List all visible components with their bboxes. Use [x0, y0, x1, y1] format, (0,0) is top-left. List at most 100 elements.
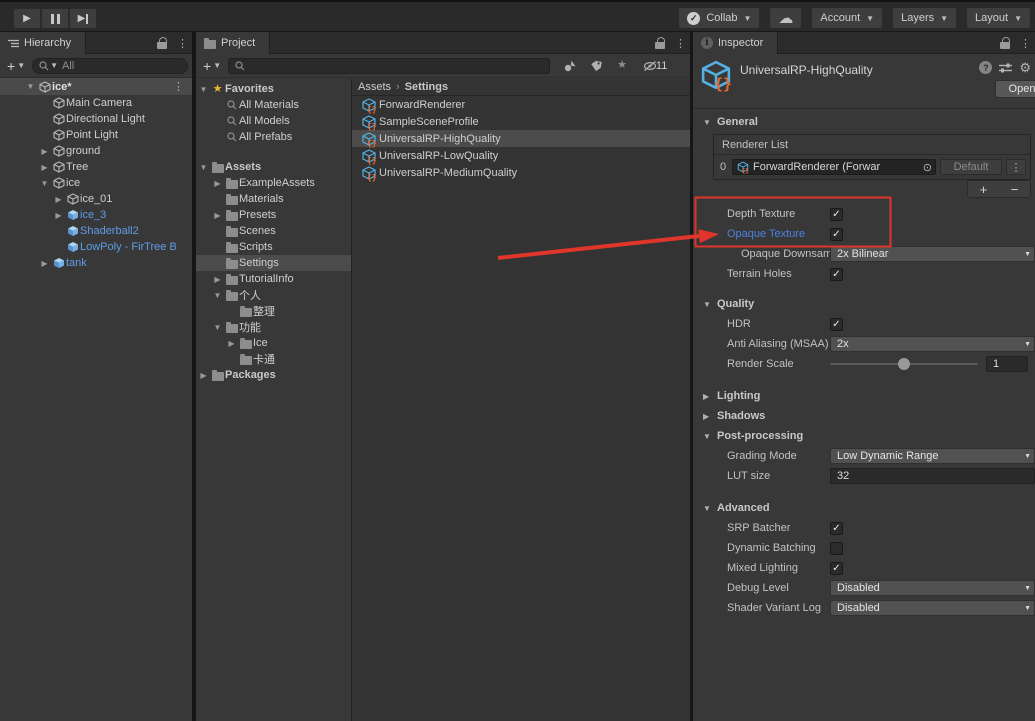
section-advanced[interactable]: ▼ Advanced: [693, 498, 1035, 518]
srp-batcher-checkbox[interactable]: ✓: [830, 522, 843, 535]
section-shadows[interactable]: ▶ Shadows: [693, 406, 1035, 426]
section-post-processing[interactable]: ▼ Post-processing: [693, 426, 1035, 446]
grading-mode-dropdown[interactable]: Low Dynamic Range ▼: [830, 448, 1035, 464]
hierarchy-item-lowpoly-firtree[interactable]: LowPoly - FirTree B: [0, 239, 192, 255]
account-dropdown[interactable]: Account ▼: [811, 7, 883, 29]
terrain-holes-checkbox[interactable]: ✓: [830, 268, 843, 281]
kebab-menu-icon[interactable]: ⋮: [1020, 37, 1031, 50]
create-object-button[interactable]: +▼: [4, 58, 28, 74]
section-quality[interactable]: ▼ Quality: [693, 294, 1035, 314]
foldout-collapsed-icon[interactable]: ▶: [38, 259, 51, 268]
kebab-menu-icon[interactable]: ⋮: [173, 80, 184, 93]
file-forwardrenderer[interactable]: {}ForwardRenderer: [352, 96, 690, 113]
folder-packages[interactable]: ▶Packages: [196, 367, 351, 383]
render-scale-slider[interactable]: [830, 363, 978, 365]
folder-katong[interactable]: 卡通: [196, 351, 351, 367]
lock-icon[interactable]: [157, 42, 167, 49]
tab-inspector[interactable]: i Inspector: [693, 32, 778, 54]
file-universalrp-highquality[interactable]: {}UniversalRP-HighQuality: [352, 130, 690, 147]
step-button[interactable]: ▶: [69, 8, 97, 29]
hierarchy-item-shaderball2[interactable]: Shaderball2: [0, 223, 192, 239]
tab-hierarchy[interactable]: Hierarchy: [0, 32, 86, 54]
layout-dropdown[interactable]: Layout ▼: [966, 7, 1031, 29]
foldout-collapsed-icon[interactable]: ▶: [211, 211, 224, 220]
tab-project[interactable]: Project: [196, 32, 270, 54]
open-button[interactable]: Open: [995, 80, 1035, 98]
foldout-collapsed-icon[interactable]: ▶: [52, 195, 65, 204]
dynamic-batching-checkbox[interactable]: [830, 542, 843, 555]
hierarchy-item-tree[interactable]: ▶Tree: [0, 159, 192, 175]
hierarchy-search-input[interactable]: ▼ All: [32, 58, 188, 74]
foldout-expanded-icon[interactable]: ▼: [197, 85, 210, 94]
folder-scripts[interactable]: Scripts: [196, 239, 351, 255]
presets-icon[interactable]: [999, 62, 1012, 74]
hierarchy-item-ice-3[interactable]: ▶ice_3: [0, 207, 192, 223]
cloud-button[interactable]: ☁: [769, 7, 802, 29]
hierarchy-item-tank[interactable]: ▶tank: [0, 255, 192, 271]
render-scale-value[interactable]: 1: [986, 356, 1028, 372]
file-universalrp-lowquality[interactable]: {}UniversalRP-LowQuality: [352, 147, 690, 164]
folder-settings[interactable]: Settings: [196, 255, 351, 271]
shader-variant-log-dropdown[interactable]: Disabled ▼: [830, 600, 1035, 616]
hdr-checkbox[interactable]: ✓: [830, 318, 843, 331]
kebab-menu-icon[interactable]: ⋮: [177, 37, 188, 50]
add-renderer-button[interactable]: +: [968, 181, 999, 197]
folder-scenes[interactable]: Scenes: [196, 223, 351, 239]
scene-row[interactable]: ▼ ice* ⋮: [0, 78, 192, 95]
foldout-collapsed-icon[interactable]: ▶: [38, 163, 51, 172]
foldout-collapsed-icon[interactable]: ▶: [211, 179, 224, 188]
gear-icon[interactable]: ⚙: [1019, 61, 1031, 74]
hierarchy-item-ice[interactable]: ▼ice: [0, 175, 192, 191]
project-search-input[interactable]: [228, 58, 550, 74]
foldout-expanded-icon[interactable]: ▼: [211, 291, 224, 300]
opaque-downsampling-dropdown[interactable]: 2x Bilinear ▼: [830, 246, 1035, 262]
foldout-expanded-icon[interactable]: ▼: [24, 82, 37, 91]
file-samplesceneprofile[interactable]: {}SampleSceneProfile: [352, 113, 690, 130]
foldout-expanded-icon[interactable]: ▼: [38, 179, 51, 188]
folder-geren[interactable]: ▼个人: [196, 287, 351, 303]
hierarchy-item-ground[interactable]: ▶ground: [0, 143, 192, 159]
section-lighting[interactable]: ▶ Lighting: [693, 386, 1035, 406]
favorites-root[interactable]: ▼★Favorites: [196, 81, 351, 97]
foldout-collapsed-icon[interactable]: ▶: [211, 275, 224, 284]
folder-exampleassets[interactable]: ▶ExampleAssets: [196, 175, 351, 191]
mixed-lighting-checkbox[interactable]: ✓: [830, 562, 843, 575]
create-asset-button[interactable]: +▼: [200, 58, 224, 74]
folder-presets[interactable]: ▶Presets: [196, 207, 351, 223]
play-button[interactable]: ▶: [13, 8, 41, 29]
remove-renderer-button[interactable]: −: [999, 181, 1030, 197]
layers-dropdown[interactable]: Layers ▼: [892, 7, 957, 29]
slider-handle[interactable]: [898, 358, 910, 370]
folder-zhengli[interactable]: 整理: [196, 303, 351, 319]
lock-icon[interactable]: [1000, 42, 1010, 49]
hierarchy-item-point-light[interactable]: Point Light: [0, 127, 192, 143]
collab-dropdown[interactable]: ✓ Collab ▼: [678, 7, 760, 29]
folder-gongneng[interactable]: ▼功能: [196, 319, 351, 335]
favorites-all-prefabs[interactable]: All Prefabs: [196, 129, 351, 145]
lut-size-field[interactable]: 32: [830, 468, 1035, 484]
search-by-label-button[interactable]: [584, 57, 608, 75]
depth-texture-checkbox[interactable]: ✓: [830, 208, 843, 221]
lock-icon[interactable]: [655, 42, 665, 49]
renderer-object-field[interactable]: {} ForwardRenderer (Forwar ⊙: [732, 159, 936, 175]
folder-assets[interactable]: ▼Assets: [196, 159, 351, 175]
hierarchy-item-main-camera[interactable]: Main Camera: [0, 95, 192, 111]
breadcrumb-root[interactable]: Assets: [358, 81, 391, 93]
set-default-button[interactable]: Default: [940, 159, 1002, 175]
file-universalrp-mediumquality[interactable]: {}UniversalRP-MediumQuality: [352, 164, 690, 181]
debug-level-dropdown[interactable]: Disabled ▼: [830, 580, 1035, 596]
breadcrumb-current[interactable]: Settings: [405, 81, 448, 93]
section-general[interactable]: ▼ General: [693, 112, 1035, 132]
folder-materials[interactable]: Materials: [196, 191, 351, 207]
search-by-type-button[interactable]: [558, 57, 582, 75]
hierarchy-item-ice-01[interactable]: ▶ice_01: [0, 191, 192, 207]
hidden-items-button[interactable]: 11: [636, 57, 674, 75]
opaque-texture-checkbox[interactable]: ✓: [830, 228, 843, 241]
hierarchy-item-directional-light[interactable]: Directional Light: [0, 111, 192, 127]
foldout-collapsed-icon[interactable]: ▶: [38, 147, 51, 156]
object-picker-icon[interactable]: ⊙: [923, 161, 932, 174]
folder-tutorialinfo[interactable]: ▶TutorialInfo: [196, 271, 351, 287]
favorites-all-materials[interactable]: All Materials: [196, 97, 351, 113]
favorites-filter-button[interactable]: ★: [610, 57, 634, 75]
help-icon[interactable]: ?: [979, 61, 992, 74]
